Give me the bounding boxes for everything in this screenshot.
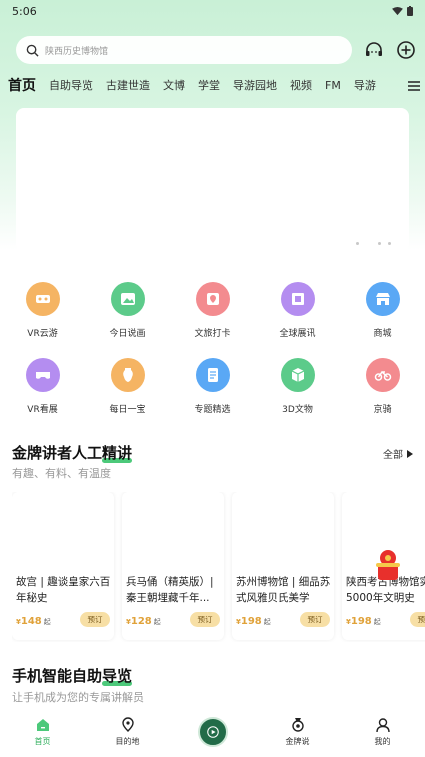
tab-school[interactable]: 学堂: [198, 77, 220, 93]
grid-item-cycling[interactable]: 京骑: [340, 358, 425, 428]
grid-label: 全球展讯: [279, 329, 316, 339]
grid-item-topic-selection[interactable]: 专题精选: [170, 358, 255, 428]
grid-label: 京骑: [373, 405, 392, 415]
home-icon: [36, 719, 49, 731]
section-subtitle: 有趣、有料、有温度: [12, 467, 111, 480]
tab-home[interactable]: 首页: [8, 75, 38, 96]
book-button[interactable]: 预订: [80, 612, 110, 627]
user-icon: [375, 718, 390, 733]
vase-icon: [110, 358, 145, 392]
speaker-card[interactable]: 兵马俑（精英版）| 秦王朝埋藏千年... ¥128 起 预订: [122, 492, 224, 640]
search-icon: [26, 44, 39, 57]
document-icon: [195, 358, 230, 392]
medal-icon: [291, 718, 304, 732]
search-placeholder: 陕西历史博物馆: [45, 46, 109, 57]
tab-guide[interactable]: 导游: [354, 77, 376, 93]
caret-right-icon: [407, 449, 413, 458]
tab-video[interactable]: 视频: [290, 77, 312, 93]
tab-ancient-architecture[interactable]: 古建世造: [106, 77, 150, 93]
grid-item-global-exhibition[interactable]: 全球展讯: [255, 282, 340, 352]
card-title: 故宫 | 趣谈皇家六百年秘史: [16, 576, 111, 604]
tab-guide-garden[interactable]: 导游园地: [233, 77, 277, 93]
tabbar-mine[interactable]: 我的: [340, 717, 425, 747]
card-title: 兵马俑（精英版）| 秦王朝埋藏千年...: [126, 576, 214, 604]
grid-label: VR看展: [27, 405, 58, 415]
grid-item-vr-exhibition[interactable]: VR看展: [0, 358, 85, 428]
store-icon: [365, 282, 400, 316]
cube-icon: [280, 358, 315, 392]
grid-item-daily-treasure[interactable]: 每日一宝: [85, 358, 170, 428]
card-price: ¥148 起: [16, 616, 51, 627]
card-title: 苏州博物馆 | 细品苏式风雅贝氏美学: [236, 576, 331, 604]
card-price: ¥128 起: [126, 616, 161, 627]
vr-mask-icon: [25, 358, 60, 392]
card-price: ¥198 起: [346, 616, 381, 627]
tabbar-gold-speaker[interactable]: 金牌说: [255, 717, 340, 747]
tabbar-destination[interactable]: 目的地: [85, 717, 170, 747]
grid-label: 3D文物: [282, 405, 313, 415]
card-price: ¥198 起: [236, 616, 271, 627]
tabbar-home[interactable]: 首页: [0, 717, 85, 747]
speaker-card[interactable]: 苏州博物馆 | 细品苏式风雅贝氏美学 ¥198 起 预订: [232, 492, 334, 640]
grid-item-vr-tour[interactable]: VR云游: [0, 282, 85, 352]
feature-grid: VR云游 今日说画 文旅打卡 全球展讯 商城 VR看展 每日一宝 专题精选 3D…: [0, 282, 425, 434]
plus-circle-icon: [397, 41, 415, 59]
book-button[interactable]: 预订: [190, 612, 220, 627]
view-all-link[interactable]: 全部: [383, 446, 413, 461]
speaker-card[interactable]: 故宫 | 趣谈皇家六百年秘史 ¥148 起 预订: [12, 492, 114, 640]
play-center-icon: [197, 717, 228, 747]
category-tabs: 首页 自助导览 古建世造 文博 学堂 导游园地 视频 FM 导游: [8, 74, 425, 96]
search-input[interactable]: 陕西历史博物馆: [16, 36, 352, 64]
tabbar-play[interactable]: [170, 717, 255, 747]
map-pin-icon: [195, 282, 230, 316]
status-bar: 5:06: [0, 0, 425, 22]
vr-goggles-icon: [25, 282, 60, 316]
grid-label: VR云游: [27, 329, 58, 339]
banner-carousel[interactable]: [16, 108, 409, 252]
grid-label: 商城: [373, 329, 392, 339]
grid-item-3d-relics[interactable]: 3D文物: [255, 358, 340, 428]
wifi-icon: [392, 6, 403, 15]
tab-menu-button[interactable]: [407, 77, 423, 91]
section-title-gold-speakers: 金牌讲者人工精讲: [12, 444, 133, 462]
grid-item-checkin[interactable]: 文旅打卡: [170, 282, 255, 352]
status-time: 5:06: [12, 4, 37, 18]
frame-icon: [280, 282, 315, 316]
customer-service-button[interactable]: [364, 40, 384, 60]
grid-item-mall[interactable]: 商城: [340, 282, 425, 352]
tab-fm[interactable]: FM: [325, 79, 341, 92]
book-button[interactable]: 预订: [410, 612, 425, 627]
headset-icon: [366, 42, 382, 56]
red-envelope-icon[interactable]: [373, 548, 403, 582]
book-button[interactable]: 预订: [300, 612, 330, 627]
section-title-smart-guide: 手机智能自助导览: [12, 667, 133, 685]
bottom-tab-bar: 首页 目的地 金牌说 我的: [0, 707, 425, 757]
section-subtitle: 让手机成为您的专属讲解员: [12, 691, 144, 704]
grid-label: 每日一宝: [109, 405, 146, 415]
tab-museum[interactable]: 文博: [163, 77, 185, 93]
menu-icon: [408, 81, 420, 91]
grid-label: 专题精选: [194, 405, 231, 415]
picture-icon: [110, 282, 145, 316]
battery-icon: [407, 6, 413, 16]
bicycle-icon: [365, 358, 400, 392]
add-button[interactable]: [396, 40, 416, 60]
carousel-indicator: [356, 242, 391, 245]
speaker-card-list: 故宫 | 趣谈皇家六百年秘史 ¥148 起 预订 兵马俑（精英版）| 秦王朝埋藏千…: [12, 492, 425, 642]
location-icon: [121, 717, 134, 732]
grid-item-today-painting[interactable]: 今日说画: [85, 282, 170, 352]
grid-label: 文旅打卡: [194, 329, 231, 339]
tab-self-guide[interactable]: 自助导览: [49, 77, 93, 93]
grid-label: 今日说画: [109, 329, 146, 339]
